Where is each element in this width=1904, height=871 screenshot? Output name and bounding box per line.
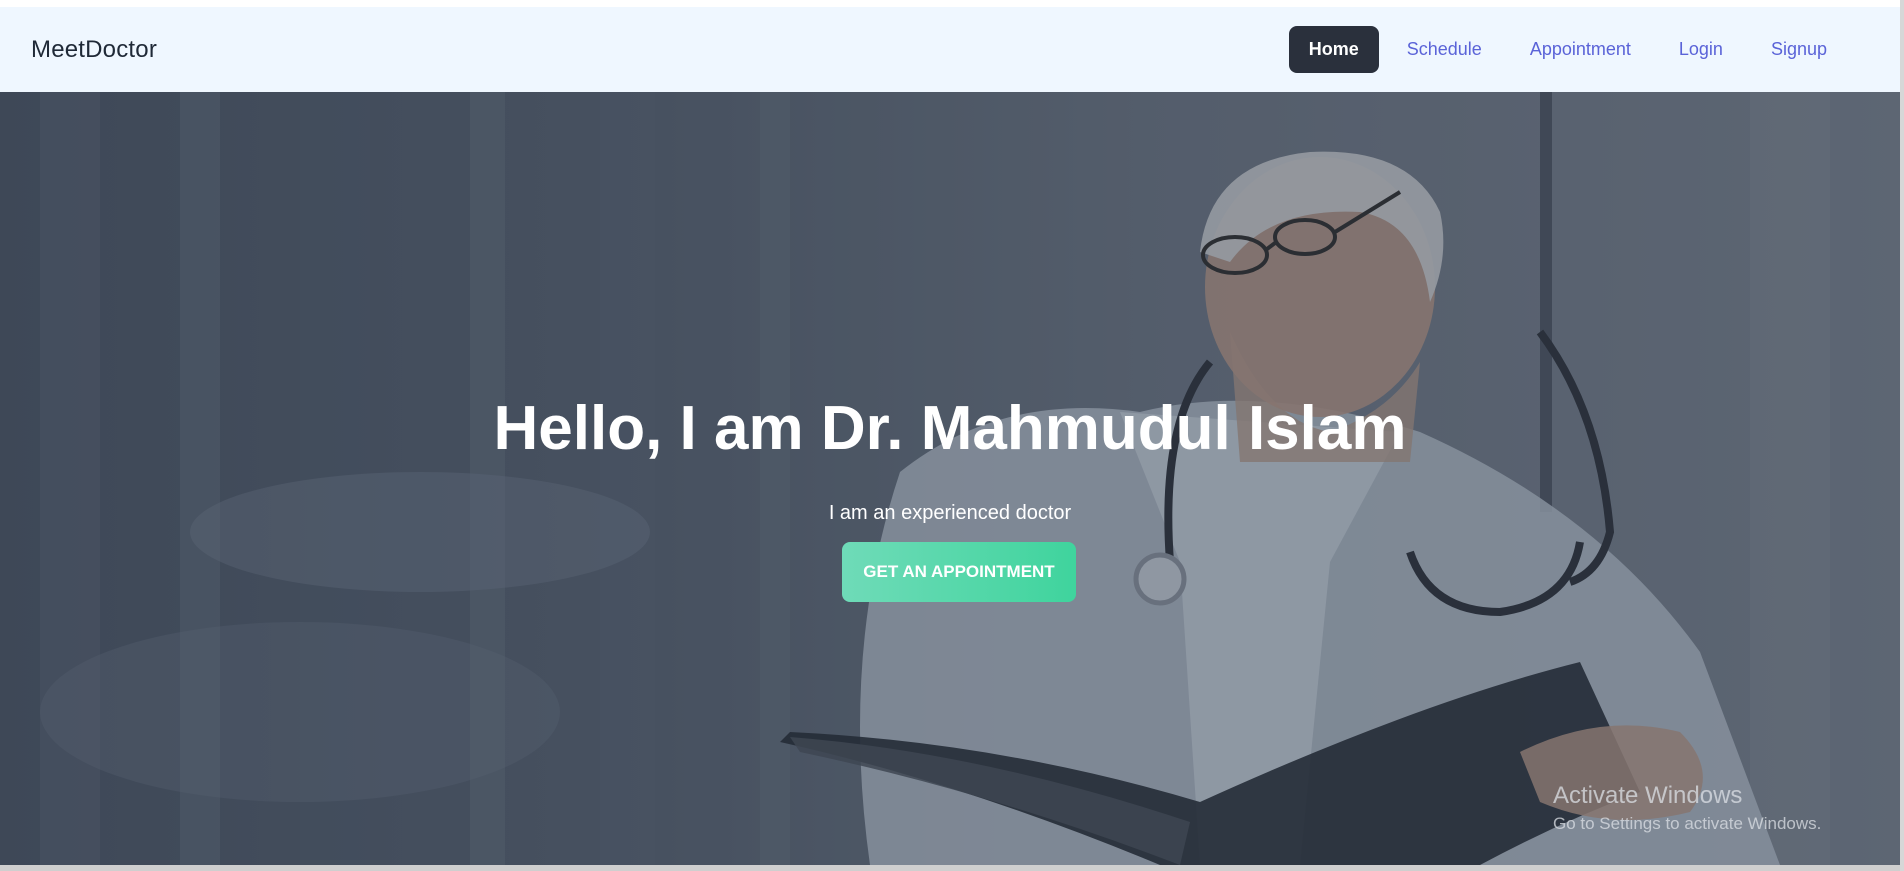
- top-strip: [0, 0, 1904, 7]
- watermark-title: Activate Windows: [1553, 782, 1743, 809]
- nav-link-home[interactable]: Home: [1288, 26, 1379, 73]
- vertical-scrollbar[interactable]: [1900, 0, 1904, 871]
- nav-link-login[interactable]: Login: [1659, 27, 1743, 72]
- nav-link-signup[interactable]: Signup: [1751, 27, 1847, 72]
- hero-title: Hello, I am Dr. Mahmudul Islam: [493, 394, 1407, 463]
- hero-section: Hello, I am Dr. Mahmudul Islam I am an e…: [0, 92, 1900, 865]
- brand-logo-text[interactable]: MeetDoctor: [31, 36, 157, 64]
- activate-windows-watermark: Activate Windows Go to Settings to activ…: [1553, 782, 1821, 834]
- hero-subtitle: I am an experienced doctor: [828, 502, 1072, 524]
- horizontal-scrollbar[interactable]: [0, 865, 1900, 871]
- nav-link-schedule[interactable]: Schedule: [1387, 27, 1502, 72]
- get-appointment-button[interactable]: GET AN APPOINTMENT: [842, 542, 1076, 602]
- nav-links: Home Schedule Appointment Login Signup: [1288, 26, 1847, 73]
- navbar: MeetDoctor Home Schedule Appointment Log…: [0, 7, 1900, 92]
- watermark-subtitle: Go to Settings to activate Windows.: [1553, 814, 1822, 833]
- hero-content: Hello, I am Dr. Mahmudul Islam I am an e…: [0, 92, 1900, 865]
- nav-link-appointment[interactable]: Appointment: [1510, 27, 1651, 72]
- page: MeetDoctor Home Schedule Appointment Log…: [0, 0, 1904, 871]
